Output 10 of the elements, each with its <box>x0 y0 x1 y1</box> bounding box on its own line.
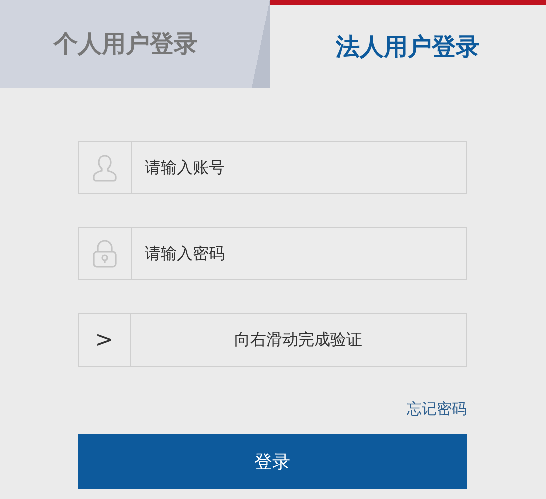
forgot-password-link[interactable]: 忘记密码 <box>407 400 467 419</box>
login-tab[interactable]: 个人用户登录 <box>0 0 270 88</box>
account-field[interactable]: 请输入账号 <box>78 141 467 194</box>
password-input[interactable]: 请输入密码 <box>132 228 466 279</box>
user-icon <box>93 154 117 182</box>
password-field[interactable]: 请输入密码 <box>78 227 467 280</box>
lock-icon <box>92 238 118 268</box>
account-input[interactable]: 请输入账号 <box>132 142 466 193</box>
slider-label: 向右滑动完成验证 <box>234 328 364 350</box>
login-button[interactable]: 登录 <box>78 434 467 489</box>
